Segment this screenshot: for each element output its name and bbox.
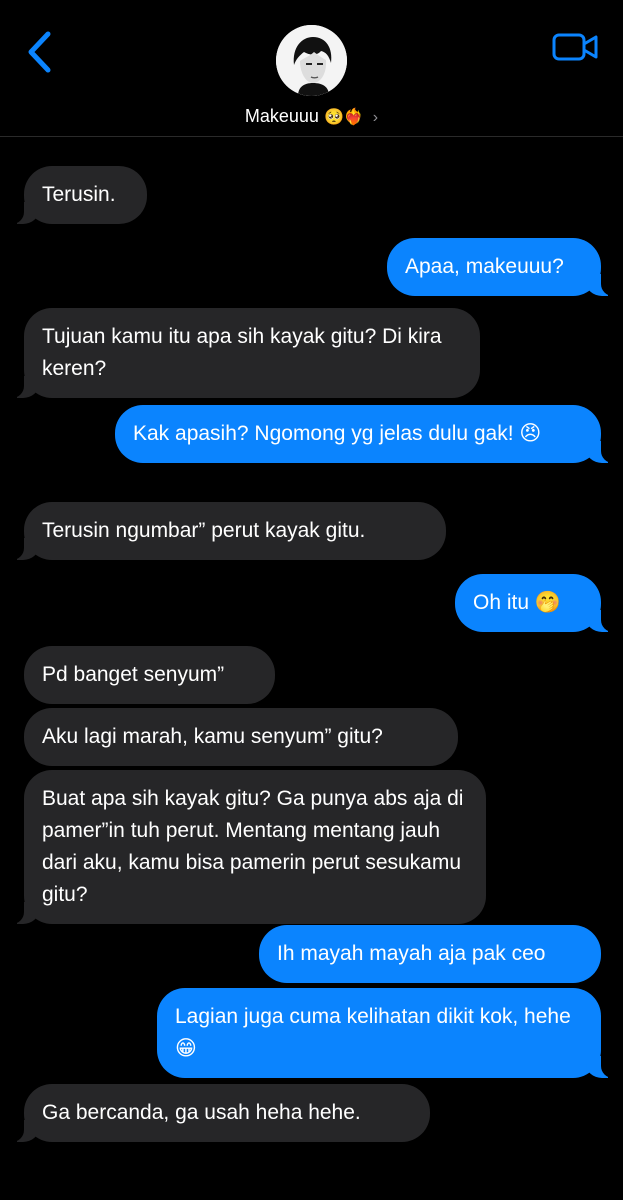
- message-text: Buat apa sih kayak gitu? Ga punya abs aj…: [42, 787, 464, 906]
- message-text: Tujuan kamu itu apa sih kayak gitu? Di k…: [42, 325, 442, 380]
- message-text: Apaa, makeuuu?: [405, 255, 564, 278]
- contact-name: Makeuuu: [244, 106, 319, 126]
- avatar[interactable]: [276, 25, 347, 96]
- message-bubble-incoming[interactable]: Buat apa sih kayak gitu? Ga punya abs aj…: [0, 770, 486, 924]
- message-bubble-outgoing[interactable]: Oh itu 🤭: [455, 574, 623, 632]
- message-bubble-outgoing[interactable]: Lagian juga cuma kelihatan dikit kok, he…: [157, 988, 623, 1078]
- message-text: Lagian juga cuma kelihatan dikit kok, he…: [175, 1005, 571, 1060]
- message-text: Terusin.: [42, 183, 116, 206]
- message-bubble-incoming[interactable]: Terusin ngumbar” perut kayak gitu.: [0, 502, 446, 560]
- contact-photo-icon: [276, 25, 347, 96]
- message-bubble-incoming[interactable]: Aku lagi marah, kamu senyum” gitu?: [24, 708, 458, 766]
- message-bubble-outgoing[interactable]: Apaa, makeuuu?: [387, 238, 623, 296]
- message-text: Ga bercanda, ga usah heha hehe.: [42, 1101, 361, 1124]
- contact-emoji: 🥺❤️‍🔥: [323, 109, 364, 126]
- message-bubble-incoming[interactable]: Ga bercanda, ga usah heha hehe.: [0, 1084, 430, 1142]
- chevron-right-icon: ›: [372, 109, 379, 126]
- back-button[interactable]: [22, 28, 62, 76]
- message-bubble-incoming[interactable]: Tujuan kamu itu apa sih kayak gitu? Di k…: [0, 308, 480, 398]
- message-text: Pd banget senyum”: [42, 663, 225, 686]
- message-bubble-incoming[interactable]: Pd banget senyum”: [24, 646, 275, 704]
- message-bubble-outgoing[interactable]: Ih mayah mayah aja pak ceo: [259, 925, 601, 983]
- contact-name-button[interactable]: Makeuuu 🥺❤️‍🔥 ›: [0, 104, 623, 130]
- chevron-left-icon: [28, 31, 51, 73]
- message-text: Kak apasih? Ngomong yg jelas dulu gak! 😠: [133, 422, 542, 445]
- message-text: Oh itu 🤭: [473, 591, 562, 614]
- message-bubble-incoming[interactable]: Terusin.: [0, 166, 147, 224]
- conversation-header: Makeuuu 🥺❤️‍🔥 ›: [0, 0, 623, 137]
- message-text: Terusin ngumbar” perut kayak gitu.: [42, 519, 366, 542]
- message-text: Ih mayah mayah aja pak ceo: [277, 942, 546, 965]
- video-camera-icon: [552, 33, 598, 61]
- facetime-video-button[interactable]: [551, 30, 601, 64]
- message-bubble-outgoing[interactable]: Kak apasih? Ngomong yg jelas dulu gak! 😠: [115, 405, 623, 463]
- message-text: Aku lagi marah, kamu senyum” gitu?: [42, 725, 383, 748]
